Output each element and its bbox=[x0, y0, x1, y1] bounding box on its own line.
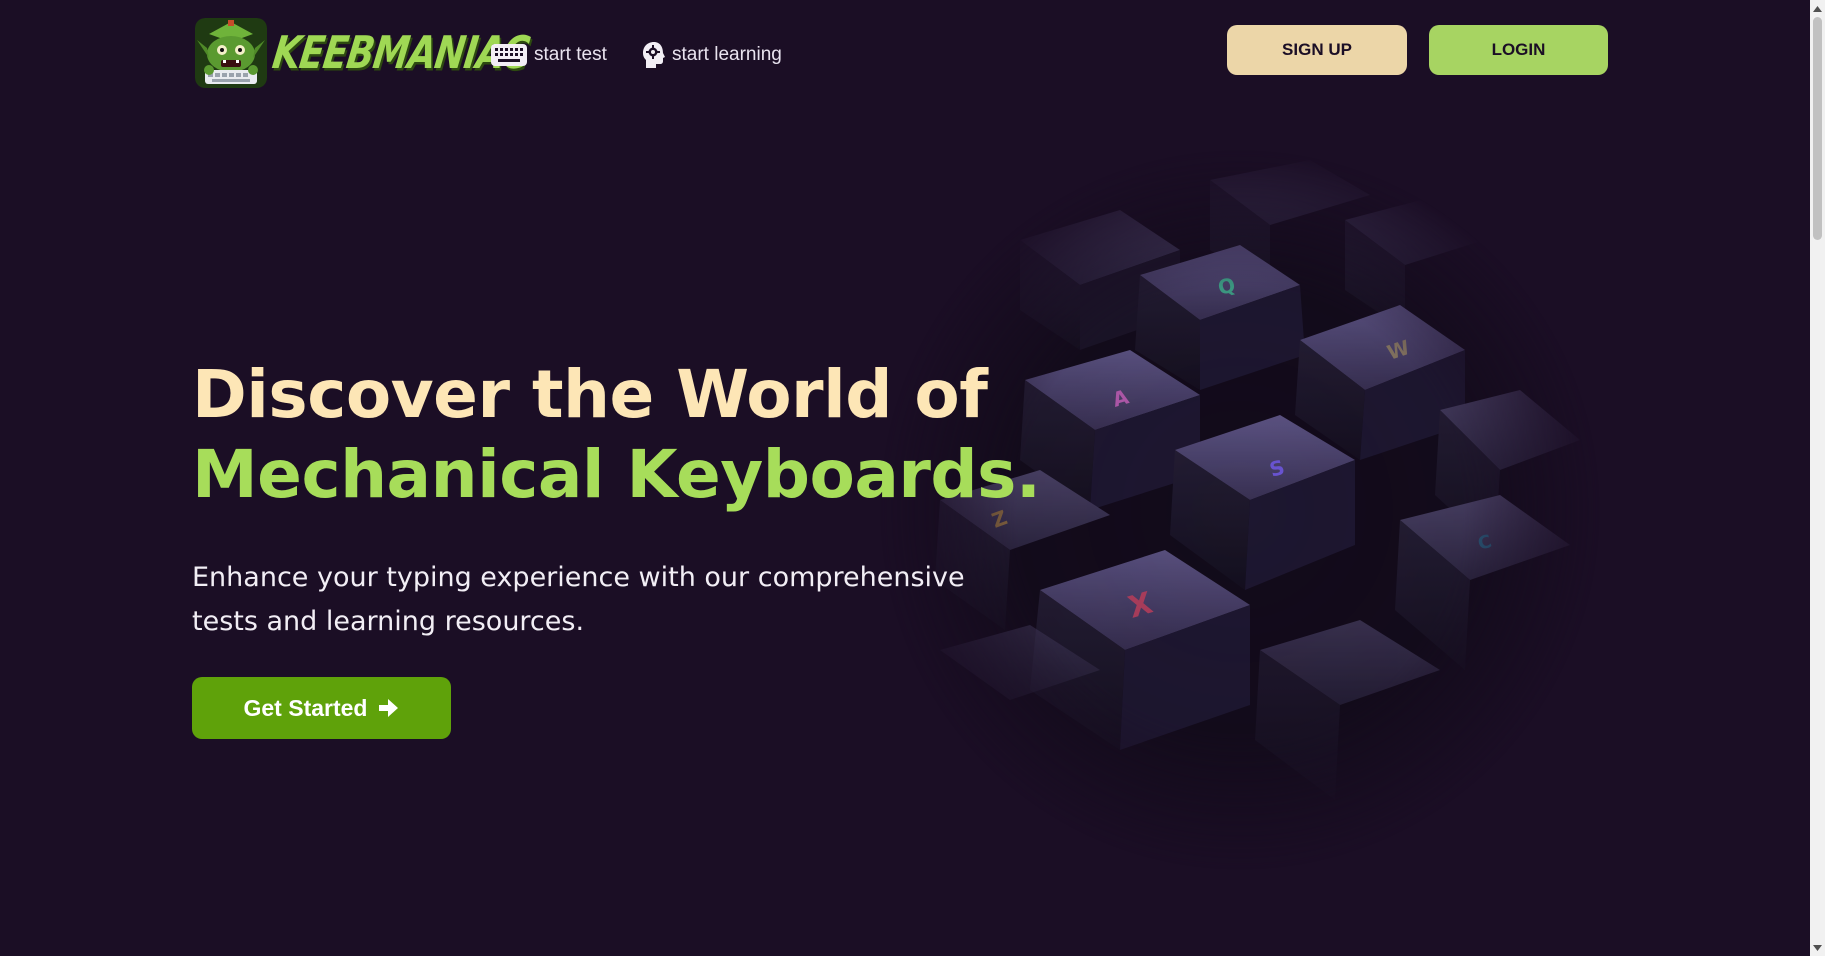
brain-gear-icon bbox=[642, 41, 666, 69]
get-started-button[interactable]: Get Started bbox=[192, 677, 451, 739]
vertical-scrollbar[interactable] bbox=[1810, 0, 1825, 956]
hero-headline-line1: Discover the World of bbox=[192, 356, 988, 433]
keyboard-icon bbox=[490, 43, 528, 67]
scrollbar-thumb[interactable] bbox=[1813, 17, 1822, 240]
signup-button[interactable]: SIGN UP bbox=[1227, 25, 1407, 75]
login-button[interactable]: LOGIN bbox=[1429, 25, 1608, 75]
hero-headline: Discover the World of Mechanical Keyboar… bbox=[192, 355, 1041, 515]
nav-link-start-test[interactable]: start test bbox=[490, 40, 607, 70]
scroll-down-arrow-icon[interactable] bbox=[1810, 939, 1825, 956]
hero-headline-line2: Mechanical Keyboards. bbox=[192, 436, 1041, 513]
nav-link-start-learning[interactable]: start learning bbox=[642, 40, 782, 70]
navbar: KEEBMANIAC start test start learning SIG… bbox=[0, 0, 1810, 110]
nav-link-label: start test bbox=[534, 44, 607, 65]
scroll-up-arrow-icon[interactable] bbox=[1810, 0, 1825, 17]
goblin-mascot-icon bbox=[195, 18, 267, 88]
page: KEEBMANIAC start test start learning SIG… bbox=[0, 0, 1810, 956]
nav-link-label: start learning bbox=[672, 44, 782, 65]
brand-logo-link[interactable]: KEEBMANIAC bbox=[195, 18, 532, 88]
hero-subtext: Enhance your typing experience with our … bbox=[192, 562, 965, 637]
get-started-label: Get Started bbox=[243, 694, 368, 721]
arrow-right-icon bbox=[377, 697, 399, 719]
